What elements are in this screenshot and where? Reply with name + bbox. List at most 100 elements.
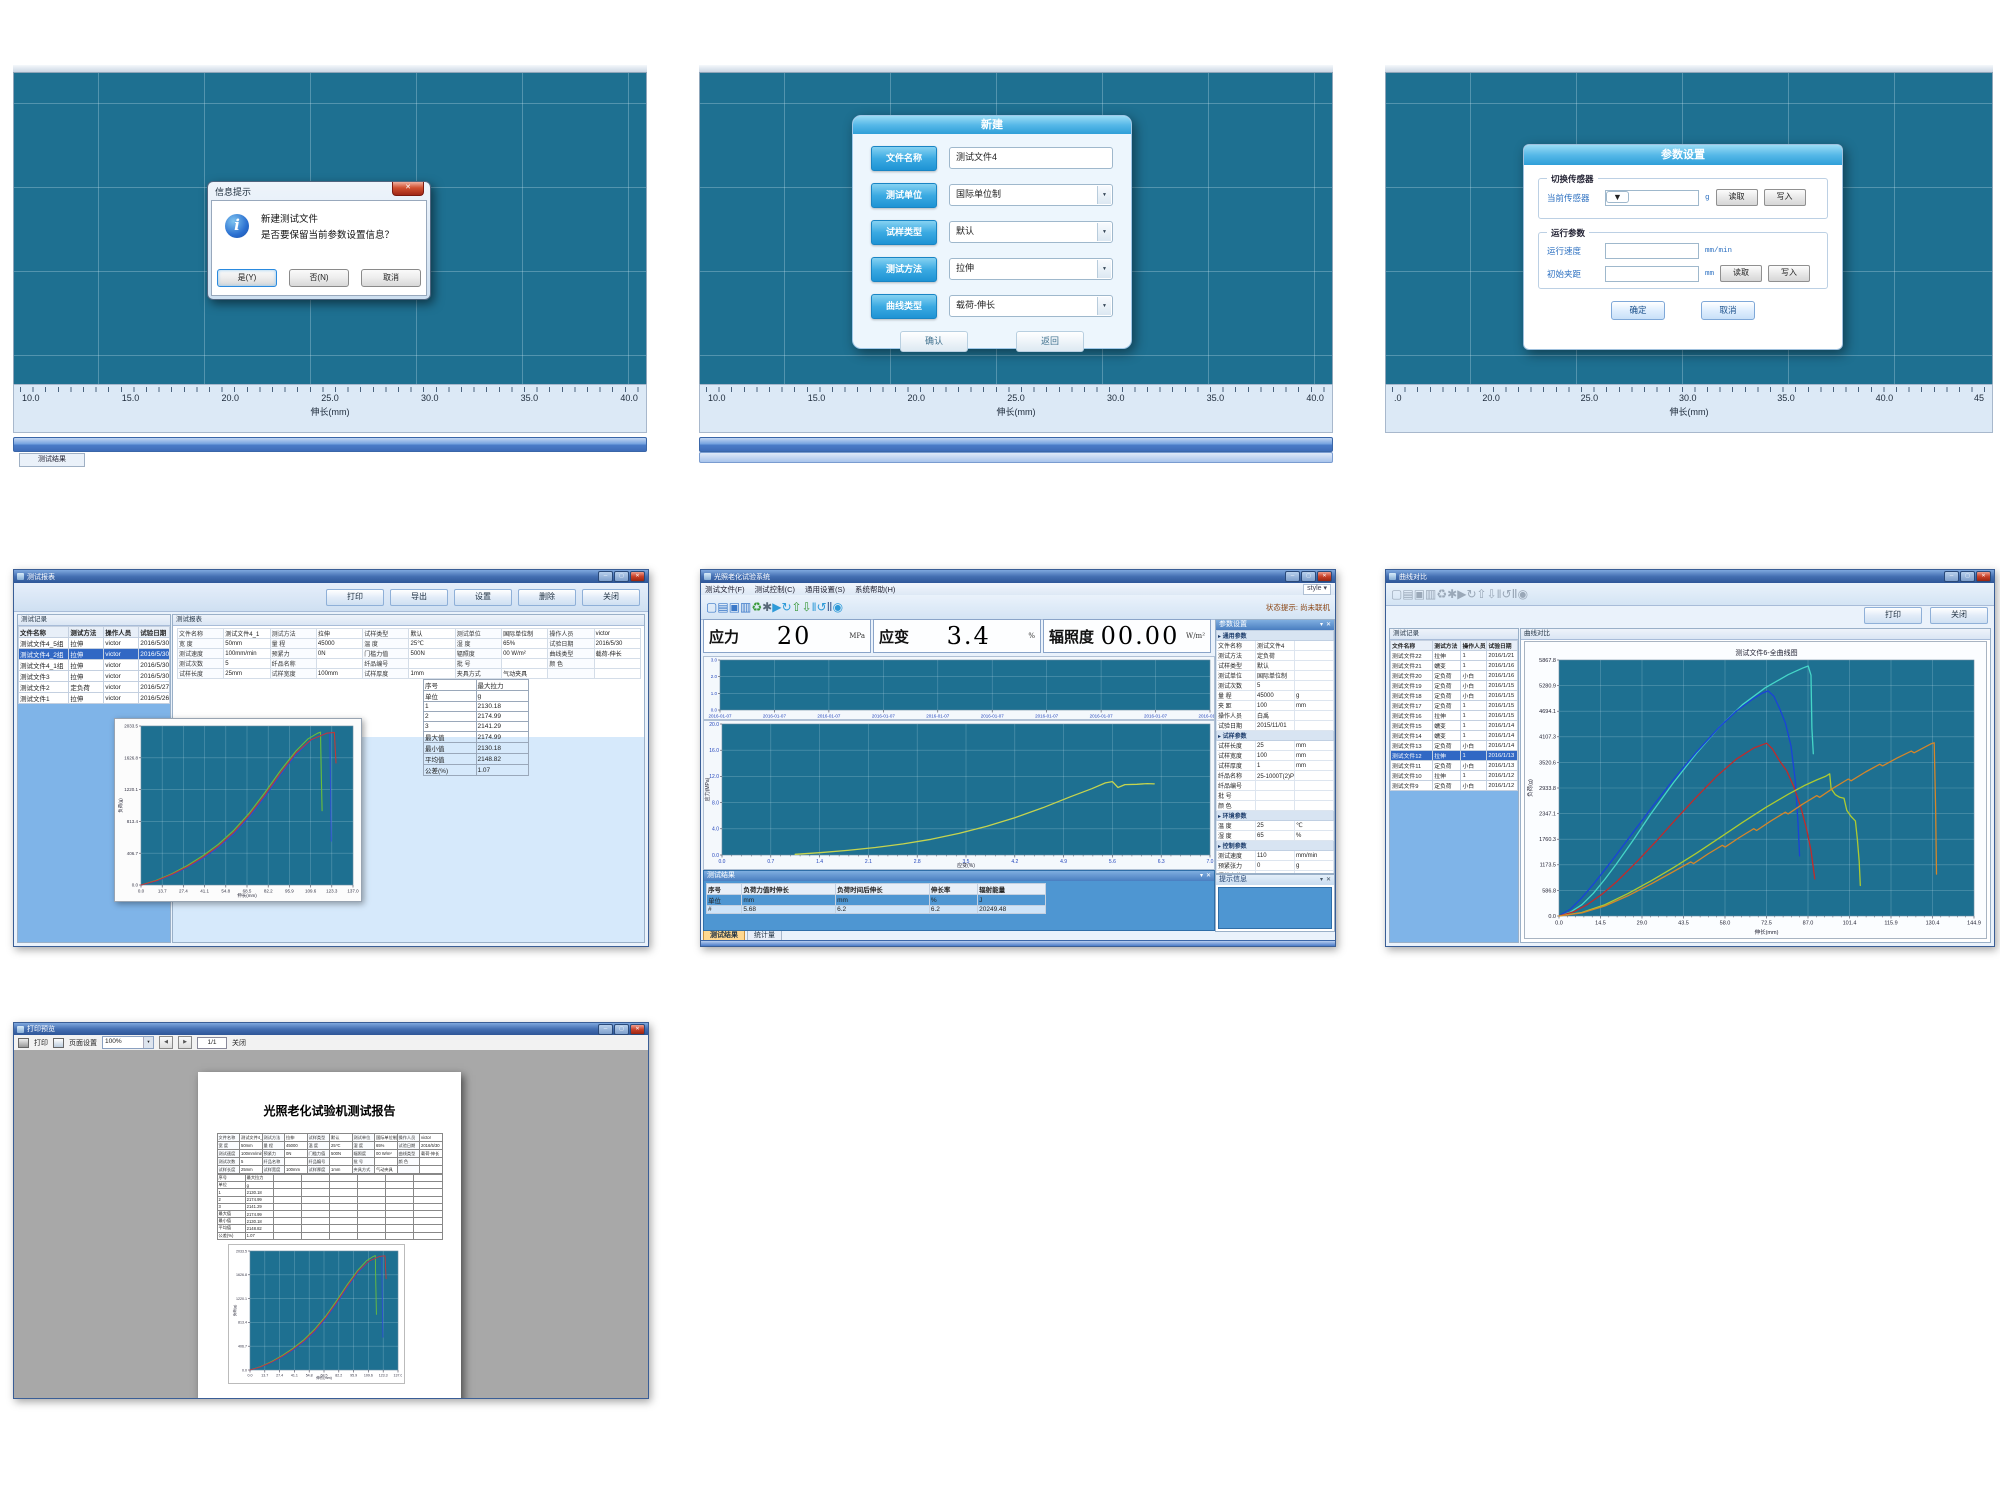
scroll-strip[interactable] <box>13 437 647 452</box>
table-row[interactable]: 测试文件12拉伸12016/1/13 <box>1391 751 1518 761</box>
table-row[interactable]: 测试文件20定负荷小白2016/1/16 <box>1391 671 1518 681</box>
confirm-button[interactable]: 确认 <box>900 331 968 352</box>
save-icon[interactable]: ▣ <box>729 600 740 614</box>
page-indicator[interactable]: 1/1 <box>197 1037 227 1049</box>
cancel-button[interactable]: 取消 <box>1701 301 1755 320</box>
table-row[interactable]: 单位g <box>217 1182 442 1189</box>
move-up-icon[interactable]: ⇧ <box>792 600 802 614</box>
chevron-down-icon[interactable]: ▼ <box>1097 223 1111 241</box>
param-row[interactable]: 试验日期2015/11/01 <box>1217 721 1334 731</box>
no-button[interactable]: 否(N) <box>289 269 349 287</box>
column-header[interactable]: 测试方法 <box>69 627 104 638</box>
write-button[interactable]: 写入 <box>1768 265 1810 282</box>
param-row[interactable]: 颜 色 <box>1217 801 1334 811</box>
param-row[interactable]: 测试次数5 <box>1217 681 1334 691</box>
table-row[interactable]: 最小值2130.18 <box>424 743 529 754</box>
close-icon[interactable]: ✕ <box>1976 571 1991 582</box>
table-row[interactable]: 平均值2148.82 <box>217 1225 442 1232</box>
toolbar-button[interactable]: 设置 <box>454 589 512 606</box>
move-down-icon[interactable]: ⇩ <box>802 600 812 614</box>
power-icon[interactable]: ◉ <box>1518 587 1528 601</box>
param-row[interactable]: 试样类型默认 <box>1217 661 1334 671</box>
window-titlebar[interactable]: 测试报表 ─▢✕ <box>14 570 648 583</box>
table-row[interactable]: 12130.18 <box>217 1189 442 1196</box>
read-button[interactable]: 读取 <box>1716 189 1758 206</box>
toolbar-button[interactable]: 关闭 <box>582 589 640 606</box>
toolbar-button[interactable]: 删除 <box>518 589 576 606</box>
table-row[interactable]: 测试文件11定负荷小白2016/1/13 <box>1391 761 1518 771</box>
prev-page-button[interactable]: ◀ <box>159 1036 173 1049</box>
read-button[interactable]: 读取 <box>1720 265 1762 282</box>
param-row[interactable]: 批 号 <box>1217 791 1334 801</box>
table-row[interactable]: 测试文件4_2组拉伸victor2016/5/30 <box>19 649 170 660</box>
minimize-icon[interactable]: ─ <box>598 571 613 582</box>
menu-item[interactable]: 测试文件(F) <box>705 585 745 594</box>
column-header[interactable]: 负荷时间后伸长 <box>836 884 930 895</box>
write-button[interactable]: 写入 <box>1764 189 1806 206</box>
menu-item[interactable]: 通用设置(S) <box>805 585 845 594</box>
scroll-strip-2[interactable] <box>699 452 1333 463</box>
page-setup-button[interactable]: 页面设置 <box>69 1038 97 1048</box>
table-row[interactable]: 最大值2174.99 <box>217 1210 442 1217</box>
close-icon[interactable]: ✕ <box>630 571 645 582</box>
minimize-icon[interactable]: ─ <box>598 1024 613 1035</box>
column-header[interactable]: 试验日期 <box>1487 641 1518 651</box>
scroll-strip[interactable] <box>699 437 1333 452</box>
close-icon[interactable]: ✕ <box>630 1024 645 1035</box>
column-header[interactable]: 操作人员 <box>104 627 139 638</box>
window-titlebar[interactable]: 光照老化试验系统 ─▢✕ <box>701 570 1335 583</box>
menu-item[interactable]: 系统帮助(H) <box>855 585 895 594</box>
param-row[interactable]: 纤品名称25-1000T(2)P带 <box>1217 771 1334 781</box>
table-row[interactable]: 测试文件10拉伸12016/1/12 <box>1391 771 1518 781</box>
maximize-icon[interactable]: ▢ <box>1301 571 1316 582</box>
undo-icon[interactable]: ↺ <box>1502 587 1512 601</box>
open-file-icon[interactable]: ▤ <box>717 600 728 614</box>
menu-item[interactable]: 测试控制(C) <box>755 585 795 594</box>
param-row[interactable]: 试样长度25mm <box>1217 741 1334 751</box>
table-row[interactable]: 最小值2130.18 <box>217 1218 442 1225</box>
print-button[interactable]: 打印 <box>34 1038 48 1048</box>
pin-icon[interactable]: ▾ <box>1320 875 1323 885</box>
chevron-down-icon[interactable]: ▼ <box>1097 297 1111 315</box>
minimize-icon[interactable]: ─ <box>1285 571 1300 582</box>
bottom-tab[interactable]: 测试结果 <box>19 453 85 467</box>
save-icon[interactable]: ▣ <box>1414 587 1425 601</box>
table-row[interactable]: 测试文件17定负荷12016/1/15 <box>1391 701 1518 711</box>
table-row[interactable]: 序号最大拉力 <box>217 1175 442 1182</box>
param-row[interactable]: 量 程45000g <box>1217 691 1334 701</box>
param-row[interactable]: 测试方法定负荷 <box>1217 651 1334 661</box>
param-section-header[interactable]: ▸ 通用参数 <box>1217 631 1334 641</box>
minimize-icon[interactable]: ─ <box>1944 571 1959 582</box>
table-row[interactable]: 测试文件13定负荷小白2016/1/14 <box>1391 741 1518 751</box>
export-icon[interactable]: ▥ <box>1425 587 1436 601</box>
open-file-icon[interactable]: ▤ <box>1402 587 1413 601</box>
dock-header[interactable]: 测试结果 ▾✕ <box>704 871 1214 881</box>
param-row[interactable]: 温 度25℃ <box>1217 821 1334 831</box>
dropdown-select[interactable]: 载荷-伸长▼ <box>949 295 1113 317</box>
param-row[interactable]: 试样厚度1mm <box>1217 761 1334 771</box>
column-header[interactable]: 辐射能量 <box>978 884 1046 895</box>
refresh-icon[interactable]: ↻ <box>781 600 791 614</box>
next-page-button[interactable]: ▶ <box>178 1036 192 1049</box>
style-selector[interactable]: style ▾ <box>1303 584 1331 595</box>
table-row[interactable]: #5.686.26.220249.48 <box>707 906 1046 914</box>
table-row[interactable]: 单位g <box>424 691 529 702</box>
toolbar-button[interactable]: 导出 <box>390 589 448 606</box>
column-header[interactable]: 试验日期 <box>139 627 170 638</box>
move-up-icon[interactable]: ⇧ <box>1477 587 1487 601</box>
pin-icon[interactable]: ▾ <box>1320 620 1323 630</box>
toolbar-button[interactable]: 打印 <box>326 589 384 606</box>
param-row[interactable]: 测试单位国际单位制 <box>1217 671 1334 681</box>
column-header[interactable]: 文件名称 <box>1391 641 1433 651</box>
ok-button[interactable]: 确定 <box>1611 301 1665 320</box>
column-header[interactable]: 序号 <box>707 884 742 895</box>
table-row[interactable]: 22174.99 <box>217 1196 442 1203</box>
sensor-select[interactable]: ▼ <box>1605 190 1699 206</box>
table-row[interactable]: 测试文件19定负荷小白2016/1/15 <box>1391 681 1518 691</box>
sync-icon[interactable]: ♻ <box>751 600 762 614</box>
param-section-header[interactable]: ▸ 试样参数 <box>1217 731 1334 741</box>
toolbar-button[interactable]: 关闭 <box>1930 607 1988 624</box>
dock-header[interactable]: 参数设置 ▾✕ <box>1216 620 1334 630</box>
param-row[interactable]: 预紧张力0g <box>1217 861 1334 871</box>
table-row[interactable]: 测试文件21蠕变12016/1/16 <box>1391 661 1518 671</box>
